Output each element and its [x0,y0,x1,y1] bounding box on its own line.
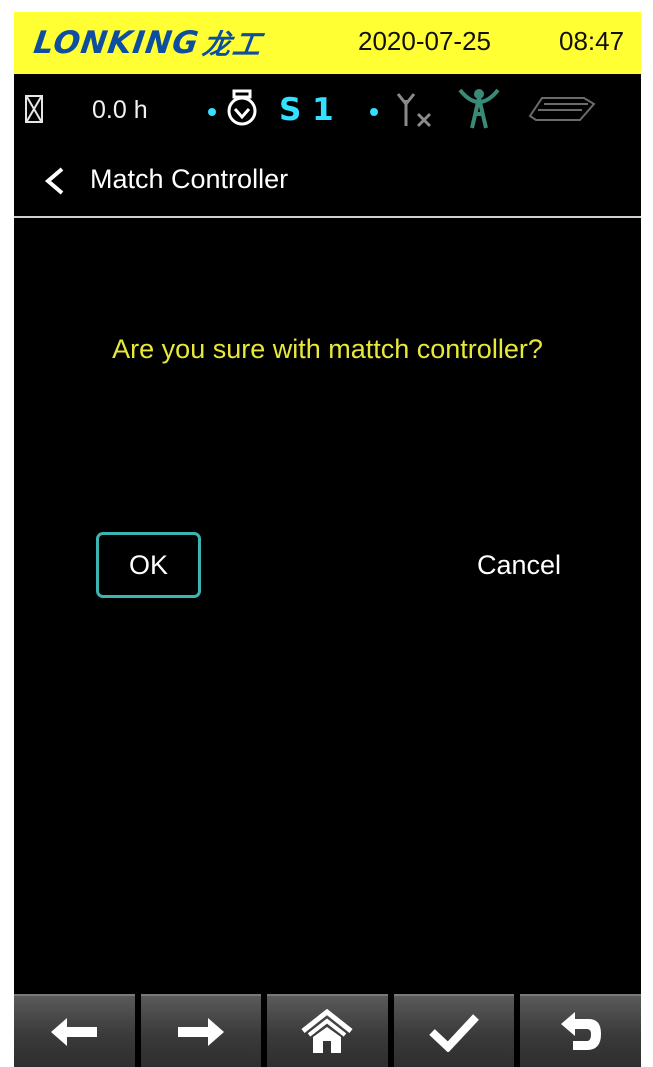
page-title: Match Controller [90,164,289,194]
status-bar: 0.0 h S 1 [14,74,641,146]
confirm-message: Are you sure with mattch controller? [112,334,543,364]
engine-icon [227,89,257,126]
antenna-off-icon [396,93,432,128]
home-icon [301,1008,354,1053]
device-frame: LONKING 龙工 2020-07-25 08:47 0.0 h S 1 Ma… [0,0,653,1067]
hourglass-icon [25,95,43,123]
brand-logo-cjk: 龙工 [200,28,266,61]
time-display: 08:47 [559,26,625,56]
brand-logo: LONKING 龙工 [31,22,266,64]
home-button[interactable] [267,994,388,1067]
status-dot [370,108,378,116]
date-display: 2020-07-25 [358,26,491,56]
return-icon [560,1011,601,1050]
display-screen: LONKING 龙工 2020-07-25 08:47 0.0 h S 1 Ma… [14,12,641,1067]
check-icon [429,1013,480,1052]
signal-tower-icon [458,88,500,129]
next-button[interactable] [140,994,262,1067]
title-bar: Match Controller [14,146,641,218]
ok-button[interactable]: OK [96,532,201,598]
arrow-left-icon [51,1017,98,1046]
status-dot [208,108,216,116]
load-icon [528,97,596,121]
engine-hours: 0.0 h [92,96,148,124]
confirm-button[interactable] [393,994,515,1067]
previous-button[interactable] [14,994,135,1067]
brand-logo-latin: LONKING [31,25,202,61]
brand-bar: LONKING 龙工 2020-07-25 08:47 [14,12,641,74]
gear-indicator: S 1 [279,92,334,128]
bottom-toolbar [14,994,641,1067]
arrow-right-icon [177,1017,224,1046]
chevron-left-icon[interactable] [42,166,68,196]
cancel-button[interactable]: Cancel [444,532,594,598]
return-button[interactable] [520,994,641,1067]
